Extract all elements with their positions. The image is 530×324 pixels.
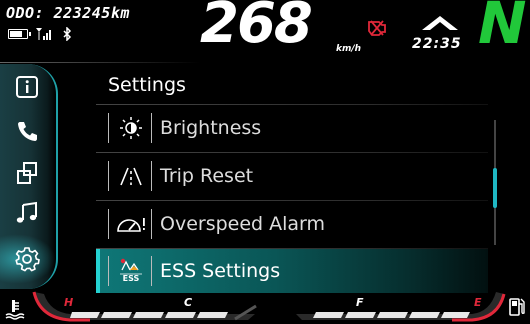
fuel-pump-icon (509, 298, 525, 316)
fuel-full-label: F (356, 296, 364, 309)
icon-bracket-right (151, 161, 152, 191)
menu-item-label: Brightness (160, 117, 262, 139)
info-icon (16, 76, 38, 98)
sidebar-item-music[interactable] (14, 200, 40, 226)
brightness-icon (111, 113, 151, 143)
icon-bracket-left (108, 113, 109, 143)
coolant-temperature-icon (5, 300, 25, 320)
icon-bracket-right (151, 209, 152, 239)
sidebar (0, 64, 58, 289)
odometer: ODO: 223245km (6, 4, 130, 22)
clock: 22:35 (412, 36, 462, 52)
bottom-gauges: H C F E (0, 288, 530, 324)
icon-bracket-left (108, 256, 109, 286)
menu-item-overspeed-alarm[interactable]: Overspeed Alarm (96, 202, 488, 246)
scrollbar-thumb[interactable] (493, 168, 497, 208)
page-title: Settings (108, 74, 186, 96)
icon-bracket-left (108, 209, 109, 239)
sidebar-item-settings[interactable] (14, 246, 40, 272)
sidebar-item-phone[interactable] (14, 118, 40, 144)
overspeed-alarm-icon (111, 209, 151, 239)
ess-icon: ESS (111, 256, 151, 286)
fuel-empty-label: E (474, 296, 482, 309)
menu-divider (96, 152, 488, 153)
speed-readout: 268 (200, 0, 313, 56)
menu-item-brightness[interactable]: Brightness (96, 106, 488, 150)
menu-item-label: Overspeed Alarm (160, 213, 326, 235)
trip-reset-icon (111, 161, 151, 191)
icon-bracket-right (151, 256, 152, 286)
menu-divider (96, 104, 488, 105)
menu-item-trip-reset[interactable]: Trip Reset (96, 154, 488, 198)
music-icon (16, 201, 37, 223)
apps-icon (17, 162, 37, 184)
signal-icon (36, 28, 51, 40)
speed-unit: km/h (336, 44, 362, 54)
header-divider (0, 62, 200, 63)
menu-divider (96, 200, 488, 201)
icon-bracket-left (108, 161, 109, 191)
settings-gear-icon (15, 247, 40, 272)
dashboard-screen: ODO: 223245km 268 km/h 22:35 N Settings … (0, 0, 530, 324)
navigation-arrow-icon (422, 16, 458, 30)
menu-item-ess-settings[interactable]: ESS ESS Settings (96, 249, 488, 293)
menu-item-label: Trip Reset (160, 165, 254, 187)
sidebar-item-info[interactable] (14, 74, 40, 100)
temp-cold-label: C (184, 296, 193, 309)
battery-icon (8, 29, 31, 39)
ess-icon-text: ESS (123, 274, 140, 283)
icon-bracket-right (151, 113, 152, 143)
temp-hot-label: H (64, 296, 74, 309)
menu-item-label: ESS Settings (160, 260, 281, 282)
phone-icon (18, 122, 37, 141)
sidebar-item-apps[interactable] (14, 160, 40, 186)
engine-warning-icon (368, 20, 386, 36)
gear-indicator: N (478, 0, 527, 57)
connectivity-status (8, 26, 72, 42)
bluetooth-icon (63, 27, 72, 41)
